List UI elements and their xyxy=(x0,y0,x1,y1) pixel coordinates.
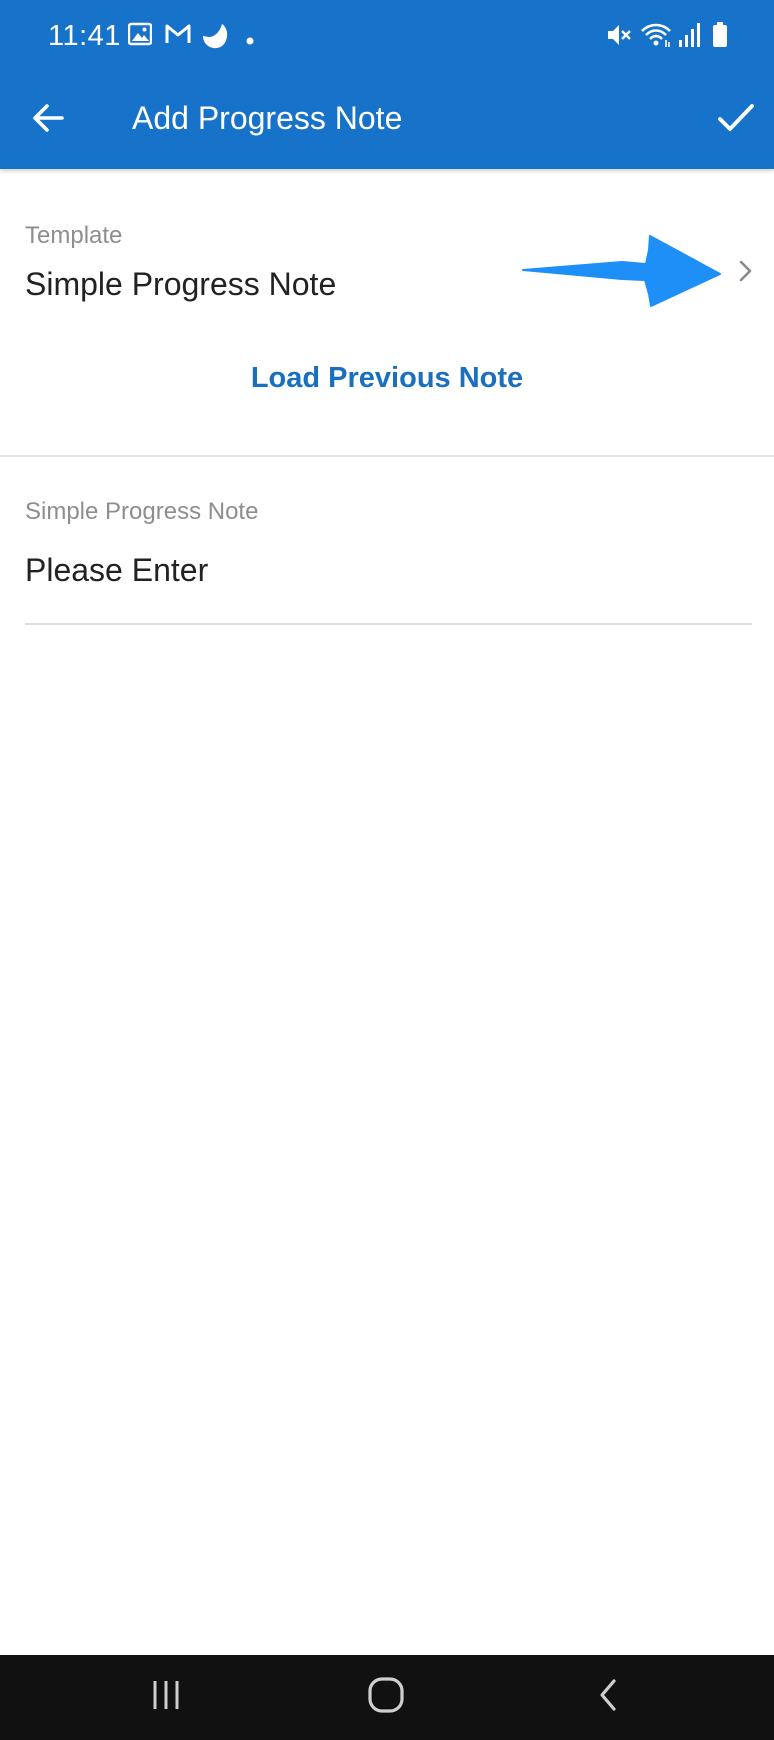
home-button[interactable] xyxy=(356,1671,416,1723)
system-nav-bar xyxy=(0,1655,774,1740)
back-icon xyxy=(596,1677,620,1718)
recent-apps-icon xyxy=(149,1678,183,1717)
note-input-field[interactable]: Simple Progress Note Please Enter xyxy=(0,490,774,625)
app-bar: 11:41 Add Progress Note xyxy=(0,0,774,169)
signal-icon xyxy=(678,22,702,53)
image-icon xyxy=(127,22,153,51)
app-notification-icon xyxy=(200,22,230,55)
mute-icon xyxy=(606,22,632,53)
check-icon xyxy=(716,100,756,141)
template-value: Simple Progress Note xyxy=(25,266,337,302)
load-previous-note-row: Load Previous Note xyxy=(0,362,774,395)
wifi-icon xyxy=(640,22,672,53)
template-selector[interactable]: Template Simple Progress Note xyxy=(0,200,774,320)
note-field-label: Simple Progress Note xyxy=(25,498,259,525)
back-button[interactable] xyxy=(18,90,78,150)
load-previous-note-button[interactable]: Load Previous Note xyxy=(251,362,523,394)
status-bar: 11:41 xyxy=(0,0,774,76)
recent-apps-button[interactable] xyxy=(136,1671,196,1723)
nav-back-button[interactable] xyxy=(578,1671,638,1723)
template-label: Template xyxy=(25,222,123,249)
section-divider xyxy=(0,455,774,457)
page-title: Add Progress Note xyxy=(132,100,403,136)
gmail-icon xyxy=(164,22,192,51)
status-time: 11:41 xyxy=(48,20,121,52)
toolbar: Add Progress Note xyxy=(0,76,774,169)
battery-icon xyxy=(712,22,728,53)
chevron-right-icon xyxy=(736,256,756,286)
dot-icon xyxy=(246,32,254,50)
arrow-back-icon xyxy=(30,100,66,141)
home-icon xyxy=(367,1676,405,1719)
save-button[interactable] xyxy=(706,90,766,150)
note-placeholder[interactable]: Please Enter xyxy=(25,552,208,589)
note-field-underline xyxy=(25,623,752,625)
